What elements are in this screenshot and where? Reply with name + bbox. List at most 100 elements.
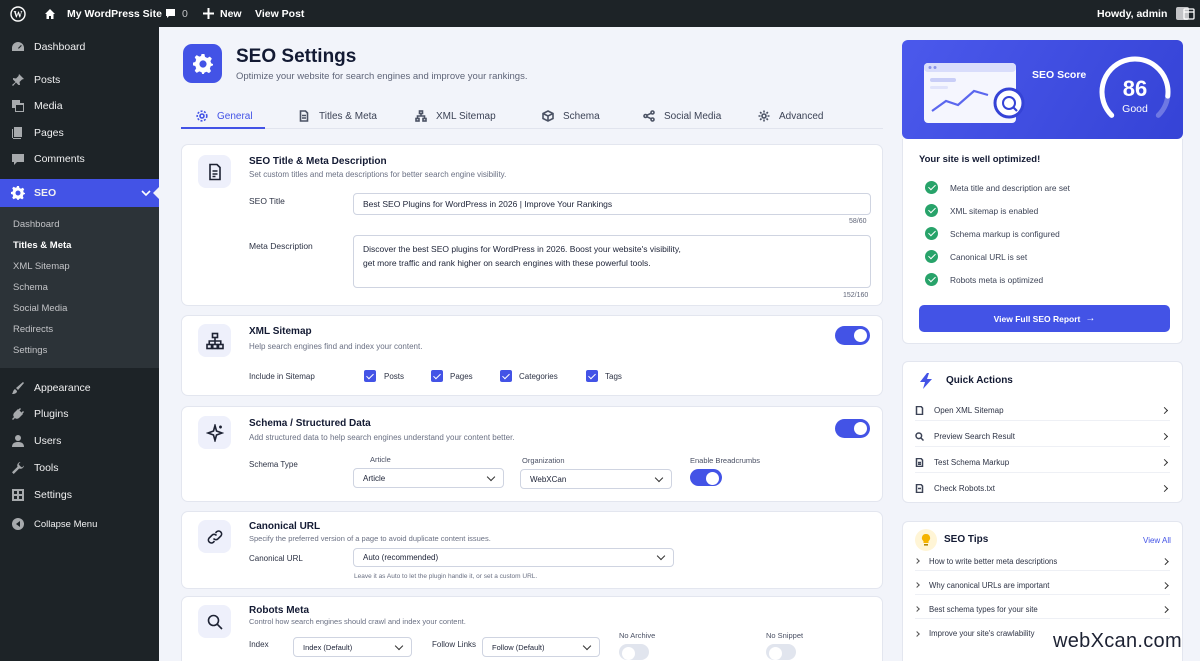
quick-action-preview-search-result[interactable]: Preview Search Result (915, 426, 1170, 447)
submenu-item-social-media[interactable]: Social Media (13, 303, 67, 314)
analytics-illustration-icon (924, 63, 1025, 123)
media-icon (12, 100, 24, 112)
no-archive-label: No Archive (619, 631, 656, 640)
xml-sitemap-toggle[interactable] (835, 326, 870, 345)
document-icon (299, 110, 309, 122)
sidebar-item-pages[interactable]: Pages (0, 122, 159, 144)
tab-active-indicator (181, 127, 265, 129)
organization-label: Organization (522, 456, 565, 465)
meta-description-textarea[interactable]: Discover the best SEO plugins for WordPr… (353, 235, 871, 288)
new-content-link[interactable]: New (203, 0, 242, 27)
advanced-gear-icon (758, 110, 770, 122)
comments-icon (12, 154, 24, 165)
chevron-right-icon (1161, 557, 1168, 565)
tab-titles-meta[interactable]: Titles & Meta (298, 105, 377, 127)
quick-action-open-xml-sitemap[interactable]: Open XML Sitemap (915, 400, 1170, 421)
seo-submenu: Dashboard Titles & Meta XML Sitemap Sche… (0, 207, 159, 368)
canonical-url-card: Canonical URL Specify the preferred vers… (181, 511, 883, 589)
quick-action-check-robots[interactable]: Check Robots.txt (915, 478, 1170, 499)
account-menu[interactable]: Howdy, admin (1097, 0, 1190, 27)
dashboard-icon (12, 42, 24, 51)
organization-select[interactable]: WebXCan (520, 469, 672, 489)
no-archive-toggle[interactable] (619, 644, 649, 660)
wordpress-logo-icon[interactable]: W (10, 0, 26, 27)
gear-icon (196, 110, 208, 122)
sidebar-item-label: Media (34, 100, 63, 112)
pin-icon (12, 74, 24, 86)
index-select[interactable]: Index (Default) (293, 637, 412, 657)
tab-advanced[interactable]: Advanced (758, 105, 823, 127)
seo-tip-item[interactable]: Best schema types for your site (914, 600, 1170, 619)
canonical-url-select[interactable]: Auto (recommended) (353, 548, 674, 567)
card-subtitle: Set custom titles and meta descriptions … (249, 170, 507, 179)
site-name: My WordPress Site (67, 7, 162, 20)
optimization-item: Meta title and description are set (950, 183, 1070, 193)
tab-label: Schema (563, 110, 600, 122)
chevron-down-icon (141, 190, 151, 197)
site-name-link[interactable]: My WordPress Site (44, 0, 162, 27)
seo-tip-item[interactable]: How to write better meta descriptions (914, 552, 1170, 571)
submenu-item-titles-meta[interactable]: Titles & Meta (13, 240, 71, 251)
pages-checkbox[interactable] (431, 370, 443, 382)
sidebar-item-appearance[interactable]: Appearance (0, 377, 159, 399)
card-subtitle: Add structured data to help search engin… (249, 433, 515, 442)
collapse-menu-button[interactable]: Collapse Menu (0, 513, 159, 535)
admin-sidebar: Dashboard Posts Media Pages Comments SEO… (0, 27, 160, 661)
schema-toggle[interactable] (835, 419, 870, 438)
categories-checkbox-label: Categories (519, 372, 558, 381)
submenu-item-dashboard[interactable]: Dashboard (13, 219, 59, 230)
sidebar-item-settings[interactable]: Settings (0, 484, 159, 506)
view-full-seo-report-button[interactable]: View Full SEO Report → (919, 305, 1170, 332)
wrench-icon (12, 462, 24, 474)
index-label: Index (249, 640, 269, 649)
sidebar-item-comments[interactable]: Comments (0, 148, 159, 170)
sitemap-icon (415, 110, 427, 122)
sidebar-item-posts[interactable]: Posts (0, 69, 159, 91)
tab-social-media[interactable]: Social Media (643, 105, 721, 127)
submenu-item-settings[interactable]: Settings (13, 345, 47, 356)
sidebar-item-plugins[interactable]: Plugins (0, 403, 159, 425)
document-check-icon (915, 457, 924, 467)
quick-action-test-schema-markup[interactable]: Test Schema Markup (915, 452, 1170, 473)
document-icon (198, 155, 231, 188)
no-snippet-toggle[interactable] (766, 644, 796, 660)
article-caption: Article (370, 455, 391, 464)
card-subtitle: Help search engines find and index your … (249, 342, 423, 351)
categories-checkbox[interactable] (500, 370, 512, 382)
tags-checkbox[interactable] (586, 370, 598, 382)
organization-value: WebXCan (530, 474, 567, 484)
tab-general[interactable]: General (196, 105, 253, 127)
breadcrumbs-toggle[interactable] (690, 469, 722, 486)
view-post-link[interactable]: View Post (255, 0, 304, 27)
seo-tips-title: SEO Tips (944, 534, 989, 545)
seo-tip-item[interactable]: Why canonical URLs are important (914, 576, 1170, 595)
submenu-item-schema[interactable]: Schema (13, 282, 48, 293)
tab-xml-sitemap[interactable]: XML Sitemap (415, 105, 496, 127)
tab-schema[interactable]: Schema (542, 105, 600, 127)
tip-label: Best schema types for your site (929, 604, 1038, 614)
settings-icon (12, 489, 24, 501)
sidebar-item-users[interactable]: Users (0, 430, 159, 452)
seo-title-meta-card: SEO Title & Meta Description Set custom … (181, 144, 883, 306)
collapse-icon (12, 518, 24, 530)
card-title: Canonical URL (249, 521, 321, 532)
check-circle-icon (925, 227, 938, 240)
sidebar-item-seo[interactable]: SEO (0, 179, 159, 207)
sidebar-item-media[interactable]: Media (0, 95, 159, 117)
submenu-item-xml-sitemap[interactable]: XML Sitemap (13, 261, 70, 272)
window-icon[interactable] (1183, 0, 1195, 27)
chevron-right-icon (1160, 484, 1169, 493)
submenu-item-redirects[interactable]: Redirects (13, 324, 53, 335)
follow-links-select[interactable]: Follow (Default) (482, 637, 600, 657)
view-all-tips-link[interactable]: View All (1143, 536, 1171, 545)
sidebar-item-dashboard[interactable]: Dashboard (0, 36, 159, 58)
comments-link[interactable]: 0 (165, 0, 188, 27)
sidebar-item-tools[interactable]: Tools (0, 457, 159, 479)
posts-checkbox[interactable] (364, 370, 376, 382)
tip-label: Why canonical URLs are important (929, 580, 1050, 590)
schema-type-select[interactable]: Article (353, 468, 504, 488)
check-circle-icon (925, 273, 938, 286)
canonical-url-value: Auto (recommended) (363, 553, 439, 562)
canonical-url-label: Canonical URL (249, 554, 303, 563)
seo-title-input[interactable]: Best SEO Plugins for WordPress in 2026 |… (353, 193, 871, 215)
